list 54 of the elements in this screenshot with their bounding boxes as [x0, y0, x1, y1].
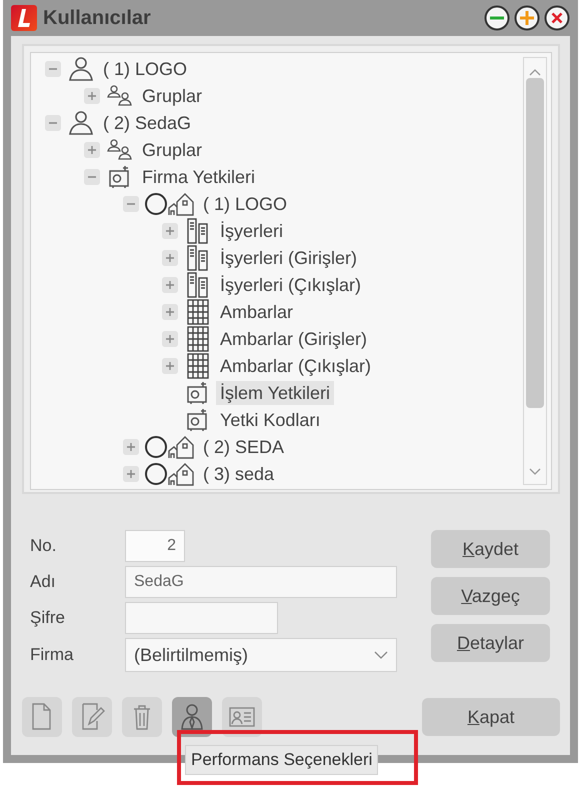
field-label: Firma — [30, 645, 74, 665]
tree-item[interactable]: İşyerleri (Girişler) — [216, 246, 361, 270]
tree-item[interactable]: ( 1) LOGO — [99, 56, 192, 80]
field-label: No. — [30, 536, 58, 556]
scrollbar[interactable] — [523, 57, 547, 485]
company-dropdown[interactable]: (Belirtilmemiş) — [125, 638, 397, 672]
house-icon — [167, 462, 195, 486]
toolbar-button[interactable] — [72, 697, 112, 737]
action-button[interactable]: Vazgeç — [431, 577, 550, 615]
close-button[interactable]: Kapat — [422, 698, 560, 736]
toolbar-button[interactable] — [222, 697, 262, 737]
tree-item[interactable]: Ambarlar — [216, 300, 298, 324]
tree-item[interactable]: ( 2) SEDA — [199, 434, 288, 458]
minimize-button[interactable] — [484, 5, 510, 31]
field-label: Şifre — [30, 608, 66, 628]
tooltip: Performans Seçenekleri — [185, 745, 378, 775]
scroll-thumb[interactable] — [526, 78, 544, 408]
user-icon — [67, 56, 95, 80]
close-button[interactable] — [544, 5, 570, 31]
toolbar-button[interactable] — [22, 697, 62, 737]
tree-item[interactable]: Ambarlar (Girişler) — [216, 326, 372, 350]
window-title: Kullanıcılar — [43, 6, 152, 30]
field-label: Adı — [30, 572, 57, 592]
radio-button[interactable] — [145, 436, 167, 458]
radio-button[interactable] — [145, 192, 167, 214]
tree-item[interactable]: Ambarlar (Çıkışlar) — [216, 354, 376, 378]
users-icon — [106, 84, 134, 106]
scroll-up-icon[interactable] — [529, 68, 541, 76]
app-logo-icon — [11, 5, 37, 31]
users-icon — [106, 138, 134, 160]
maximize-button[interactable] — [514, 5, 540, 31]
tree-item[interactable]: İşyerleri (Çıkışlar) — [216, 272, 366, 296]
scroll-down-icon[interactable] — [529, 468, 541, 476]
tree-item[interactable]: İşyerleri — [216, 218, 288, 242]
tree-item[interactable]: ( 3) seda — [199, 462, 278, 486]
chevron-icon — [374, 651, 388, 659]
tree-item[interactable]: Gruplar — [138, 138, 206, 162]
tree-item[interactable]: ( 1) LOGO — [199, 192, 292, 216]
tree-item[interactable]: ( 2) SedaG — [99, 110, 196, 134]
name-field[interactable]: SedaG — [125, 566, 397, 598]
house-icon — [167, 434, 195, 458]
tree-item[interactable]: Gruplar — [138, 84, 206, 108]
house-icon — [167, 192, 195, 216]
action-button[interactable]: Detaylar — [431, 624, 550, 662]
action-button[interactable]: Kaydet — [431, 530, 550, 568]
tree-item[interactable]: İşlem Yetkileri — [216, 380, 334, 404]
password-field[interactable] — [125, 602, 278, 634]
radio-button[interactable] — [145, 462, 167, 484]
toolbar-button[interactable] — [172, 697, 212, 737]
tree-item[interactable]: Firma Yetkileri — [138, 164, 260, 188]
user-icon — [67, 110, 95, 134]
toolbar-button[interactable] — [122, 697, 162, 737]
number-field[interactable]: 2 — [125, 530, 185, 562]
tree-item[interactable]: Yetki Kodları — [216, 408, 324, 432]
